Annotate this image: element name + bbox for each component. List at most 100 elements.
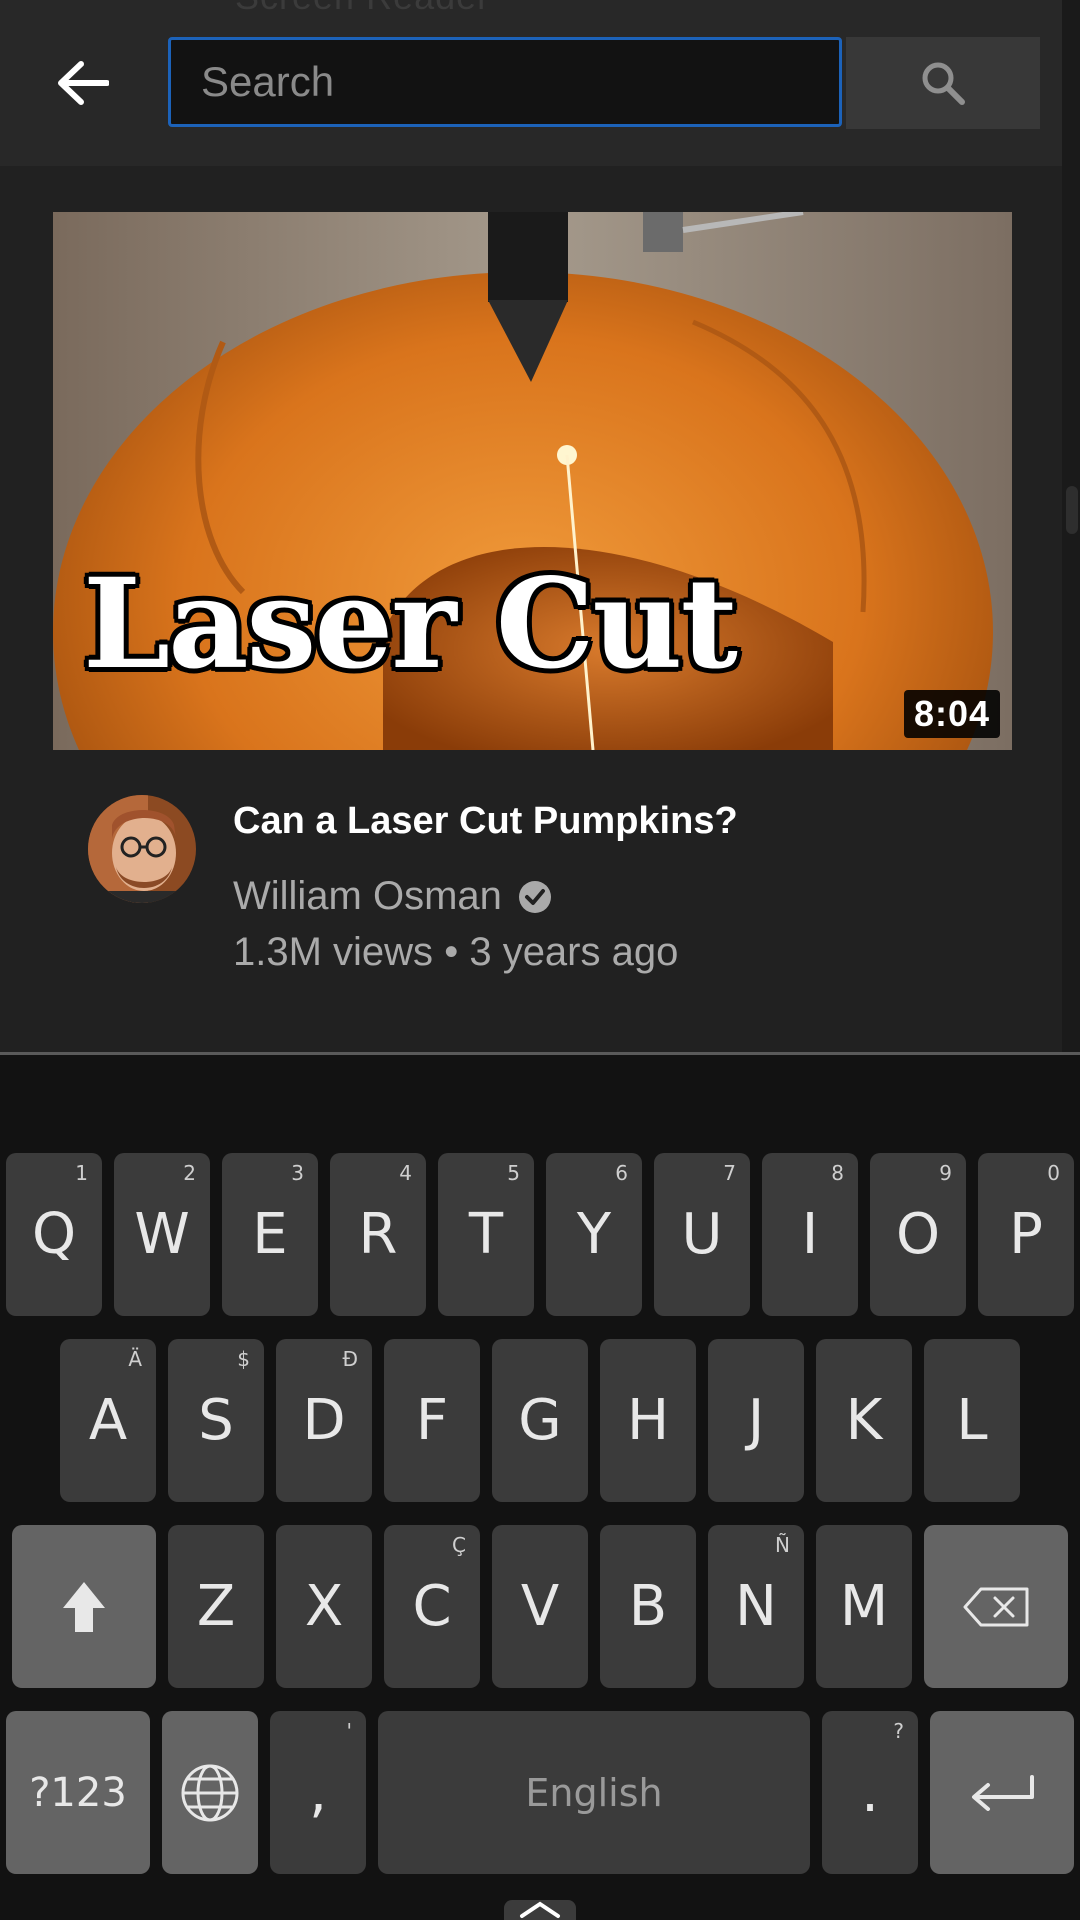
key-j[interactable]: J [708,1339,804,1502]
key-f[interactable]: F [384,1339,480,1502]
key-s[interactable]: S $ [168,1339,264,1502]
key-hint: ' [346,1719,353,1743]
enter-icon [972,1774,1034,1811]
backspace-key[interactable] [924,1525,1068,1688]
key-i[interactable]: I8 [762,1153,858,1316]
key-hint: 5 [507,1161,520,1185]
key-label: W [134,1202,190,1267]
backspace-icon [963,1587,1029,1626]
key-hint: 9 [939,1161,952,1185]
chevron-up-icon [520,1901,560,1918]
key-label: L [956,1388,988,1453]
key-hint: 0 [1047,1161,1060,1185]
key-hint: 3 [291,1161,304,1185]
key-hint: Ç [452,1533,466,1557]
search-button[interactable] [846,37,1040,129]
key-hint: 1 [75,1161,88,1185]
thumbnail-caption: Laser Cut [83,552,738,697]
shift-key[interactable] [12,1525,156,1688]
key-b[interactable]: B [600,1525,696,1688]
key-label: D [302,1388,346,1453]
video-title[interactable]: Can a Laser Cut Pumpkins? [233,800,738,843]
globe-icon [181,1764,239,1821]
key-label: , [309,1760,327,1825]
key-t[interactable]: T5 [438,1153,534,1316]
view-count: 1.3M views [233,930,434,974]
search-input[interactable] [168,37,842,127]
key-c[interactable]: CÇ [384,1525,480,1688]
key-label: Z [196,1574,236,1639]
duration-badge: 8:04 [903,690,1000,738]
key-n[interactable]: NÑ [708,1525,804,1688]
scrollbar-thumb[interactable] [1066,486,1078,534]
key-a[interactable]: AÄ [60,1339,156,1502]
channel-name[interactable]: William Osman [233,874,502,919]
key-label: P [1009,1202,1043,1267]
key-hint: $ [237,1347,250,1371]
shift-icon [63,1581,105,1632]
space-label: English [525,1770,663,1815]
key-label: O [895,1202,941,1267]
key-hint: Ä [128,1347,142,1371]
key-y[interactable]: Y6 [546,1153,642,1316]
key-w[interactable]: W2 [114,1153,210,1316]
key-hint: 8 [831,1161,844,1185]
video-metadata: 1.3M views • 3 years ago [233,930,678,975]
language-key[interactable] [162,1711,258,1874]
verified-icon [518,880,551,913]
space-key[interactable]: English [378,1711,810,1874]
key-hint: 7 [723,1161,736,1185]
channel-name-row[interactable]: William Osman [233,874,552,919]
back-button[interactable] [52,52,114,114]
key-label: S [198,1388,234,1453]
key-k[interactable]: K [816,1339,912,1502]
key-r[interactable]: R4 [330,1153,426,1316]
key-label: H [626,1388,670,1453]
keyboard-expand-button[interactable] [504,1900,576,1920]
key-label: C [412,1574,452,1639]
key-m[interactable]: M [816,1525,912,1688]
key-label: E [252,1202,288,1267]
key-g[interactable]: G [492,1339,588,1502]
key-label: A [88,1388,128,1453]
key-hint: 4 [399,1161,412,1185]
period-key[interactable]: .? [822,1711,918,1874]
search-icon [922,62,965,105]
key-label: F [415,1388,449,1453]
key-hint: Ñ [775,1533,790,1557]
key-hint: 6 [615,1161,628,1185]
avatar-image [88,795,196,903]
key-x[interactable]: X [276,1525,372,1688]
comma-key[interactable]: , ' [270,1711,366,1874]
upload-age: 3 years ago [469,930,679,974]
search-header: Screen Reader [0,0,1062,166]
key-p[interactable]: P0 [978,1153,1074,1316]
back-arrow-icon [58,61,109,105]
key-label: U [681,1202,723,1267]
channel-avatar[interactable] [88,795,196,903]
key-e[interactable]: E3 [222,1153,318,1316]
enter-key[interactable] [930,1711,1074,1874]
key-label: G [518,1388,562,1453]
key-label: J [747,1388,765,1453]
key-v[interactable]: V [492,1525,588,1688]
key-d[interactable]: DÐ [276,1339,372,1502]
key-label: R [358,1202,398,1267]
key-z[interactable]: Z [168,1525,264,1688]
symbols-label: ?123 [29,1769,127,1816]
key-label: N [735,1574,777,1639]
key-label: K [845,1388,883,1453]
key-u[interactable]: U7 [654,1153,750,1316]
meta-separator: • [444,930,459,974]
key-label: Y [576,1202,612,1267]
video-thumbnail[interactable]: Laser Cut 8:04 [53,212,1012,750]
key-label: I [801,1202,819,1267]
symbols-key[interactable]: ?123 [6,1711,150,1874]
key-q[interactable]: Q1 [6,1153,102,1316]
key-o[interactable]: O9 [870,1153,966,1316]
key-label: T [468,1202,504,1267]
key-h[interactable]: H [600,1339,696,1502]
key-l[interactable]: L [924,1339,1020,1502]
key-hint: Ð [342,1347,359,1371]
peek-text: Screen Reader [235,0,490,18]
